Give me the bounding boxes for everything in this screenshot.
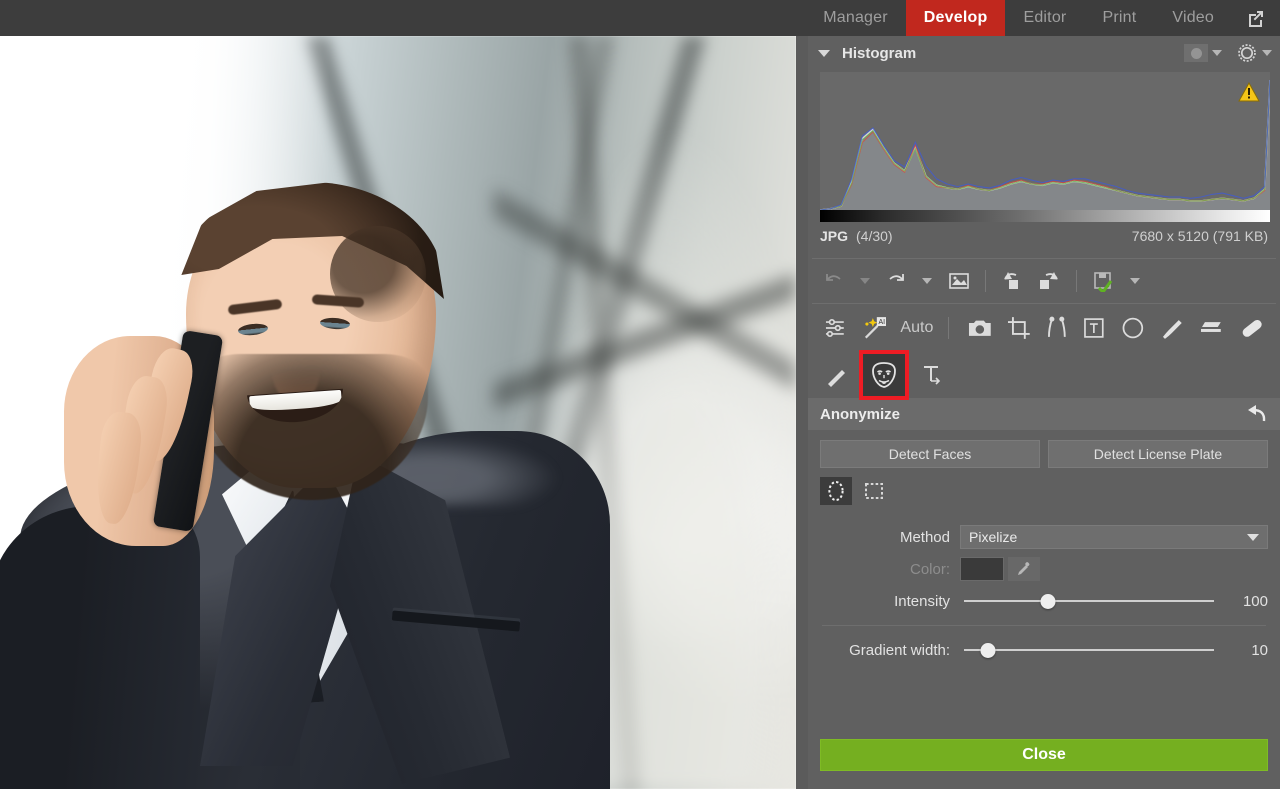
tab-video[interactable]: Video <box>1154 0 1232 36</box>
gradient-width-slider[interactable] <box>960 638 1218 662</box>
detect-faces-button[interactable]: Detect Faces <box>820 440 1040 468</box>
histogram-title: Histogram <box>842 44 917 62</box>
color-row: Color: <box>820 553 1268 585</box>
history-toolbar <box>808 259 1280 303</box>
text-watermark-icon[interactable] <box>916 359 948 391</box>
svg-text:AI: AI <box>878 319 885 326</box>
tab-manager[interactable]: Manager <box>805 0 906 36</box>
section-title: Anonymize <box>820 405 901 423</box>
anonymize-form: Method Pixelize Color: Intensity 100 Gra… <box>808 505 1280 666</box>
histogram-header: Histogram <box>808 36 1280 70</box>
image-index-label: (4/30) <box>856 228 893 244</box>
tab-develop[interactable]: Develop <box>905 0 1006 36</box>
image-dimensions-label: 7680 x 5120 (791 KB) <box>1131 228 1268 244</box>
detect-buttons-row: Detect Faces Detect License Plate <box>808 430 1280 468</box>
shape-selector-row <box>808 468 1280 505</box>
intensity-label: Intensity <box>894 592 950 610</box>
chevron-down-icon <box>1247 533 1259 541</box>
save-dropdown-icon[interactable] <box>1122 265 1148 297</box>
undo-dropdown-icon[interactable] <box>852 265 878 297</box>
image-meta-row: JPG (4/30) 7680 x 5120 (791 KB) <box>808 222 1280 244</box>
method-label: Method <box>899 528 950 546</box>
gradient-width-row: Gradient width: 10 <box>820 634 1268 666</box>
image-viewer[interactable] <box>0 36 796 789</box>
slider-handle[interactable] <box>980 643 996 658</box>
magic-wand-ai-icon[interactable]: AI <box>858 312 890 344</box>
camera-icon[interactable] <box>964 312 996 344</box>
detect-license-plate-button[interactable]: Detect License Plate <box>1048 440 1268 468</box>
channel-swatch-icon[interactable] <box>1184 44 1208 62</box>
intensity-slider[interactable] <box>960 589 1218 613</box>
redo-icon[interactable] <box>882 265 910 297</box>
photo-hair-fade <box>330 226 426 322</box>
external-link-icon[interactable] <box>1232 0 1280 36</box>
brush-icon[interactable] <box>1157 312 1189 344</box>
save-icon[interactable] <box>1088 265 1118 297</box>
undo-icon[interactable] <box>820 265 848 297</box>
anonymize-section-header: Anonymize <box>808 398 1280 430</box>
close-button[interactable]: Close <box>820 739 1268 771</box>
histogram-tone-ramp <box>820 210 1270 222</box>
color-label: Color: <box>909 560 950 578</box>
tab-editor[interactable]: Editor <box>1005 0 1084 36</box>
top-tab-bar: Manager Develop Editor Print Video <box>0 0 1280 36</box>
gear-icon[interactable] <box>1236 42 1258 64</box>
tab-print[interactable]: Print <box>1084 0 1154 36</box>
chevron-down-icon[interactable] <box>1212 50 1222 56</box>
rect-shape-icon[interactable] <box>858 477 890 505</box>
clone-brush-icon[interactable] <box>822 359 852 391</box>
rotate-left-icon[interactable] <box>997 265 1029 297</box>
compare-image-icon[interactable] <box>944 265 974 297</box>
warning-triangle-icon[interactable] <box>1238 81 1260 102</box>
method-row: Method Pixelize <box>820 521 1268 553</box>
perspective-icon[interactable] <box>1042 312 1072 344</box>
healing-icon[interactable] <box>1236 312 1268 344</box>
crop-icon[interactable] <box>1004 312 1034 344</box>
chevron-down-icon[interactable] <box>818 49 830 57</box>
right-panel: Histogram JPG (4/30) 7680 x 5120 (791 KB… <box>808 36 1280 789</box>
intensity-value: 100 <box>1242 592 1268 610</box>
anonymize-mask-icon[interactable] <box>859 350 909 400</box>
text-icon[interactable] <box>1079 312 1109 344</box>
divider <box>822 625 1266 626</box>
app-window: Manager Develop Editor Print Video Histo… <box>0 0 1280 789</box>
reset-arrow-icon[interactable] <box>1244 404 1268 424</box>
edit-toolbar: AI Auto <box>808 304 1280 352</box>
ellipse-icon[interactable] <box>1117 312 1149 344</box>
panel-splitter[interactable] <box>796 36 808 789</box>
edit-toolbar-row2 <box>808 350 1280 400</box>
redo-dropdown-icon[interactable] <box>914 265 940 297</box>
slider-handle[interactable] <box>1040 594 1056 609</box>
sliders-icon[interactable] <box>820 312 850 344</box>
auto-button[interactable]: Auto <box>900 319 933 337</box>
intensity-row: Intensity 100 <box>820 585 1268 617</box>
photo-left-arm <box>0 506 200 789</box>
gradient-width-label: Gradient width: <box>849 641 950 659</box>
eyedropper-icon[interactable] <box>1008 557 1040 581</box>
method-select[interactable]: Pixelize <box>960 525 1268 549</box>
histogram-header-icons <box>1184 42 1272 64</box>
chevron-down-icon[interactable] <box>1262 50 1272 56</box>
rotate-right-icon[interactable] <box>1033 265 1065 297</box>
file-type-label: JPG <box>820 228 849 244</box>
ellipse-shape-icon[interactable] <box>820 477 852 505</box>
color-swatch[interactable] <box>960 557 1004 581</box>
gradient-width-value: 10 <box>1251 641 1268 659</box>
histogram-plot[interactable] <box>820 72 1270 222</box>
method-selected-value: Pixelize <box>969 529 1018 545</box>
photo-canvas <box>0 36 796 789</box>
gradient-icon[interactable] <box>1197 312 1229 344</box>
